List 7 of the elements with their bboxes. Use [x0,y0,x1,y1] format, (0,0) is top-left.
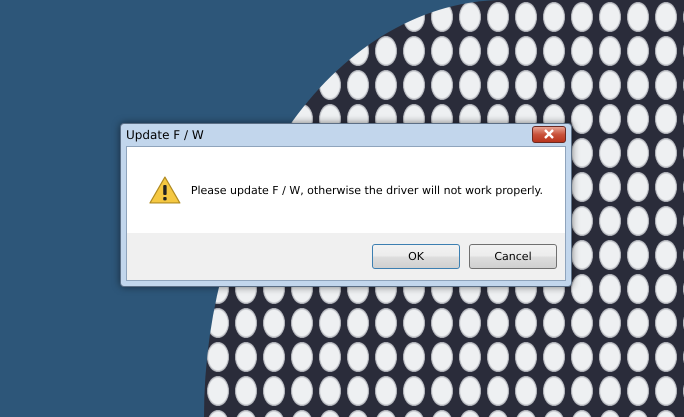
window-title: Update F / W [126,128,204,142]
cancel-button[interactable]: Cancel [469,244,557,269]
close-icon [543,129,555,139]
close-button[interactable] [532,126,566,142]
warning-icon [149,176,181,204]
ok-button[interactable]: OK [372,244,460,269]
message-text: Please update F / W, otherwise the driver will not work properly. [190,184,543,196]
